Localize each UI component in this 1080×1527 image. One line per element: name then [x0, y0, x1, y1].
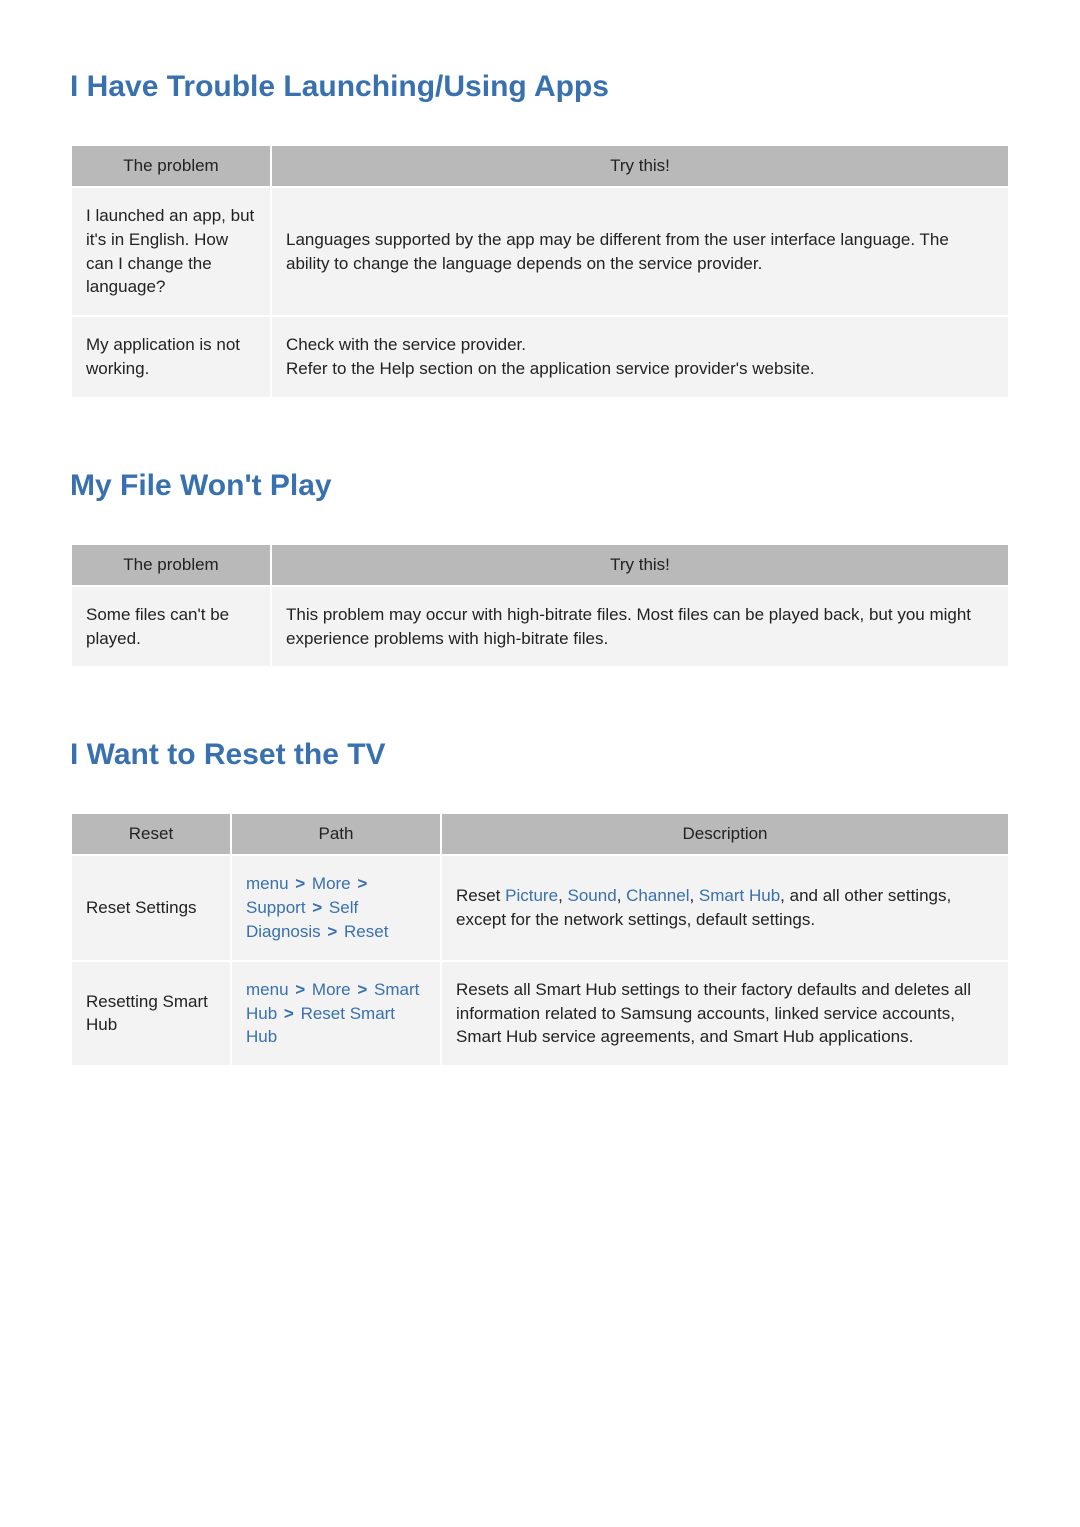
- cell-path: menu > More > Support > Self Diagnosis >…: [231, 855, 441, 960]
- path-segment: menu: [246, 874, 289, 893]
- path-segment: Support: [246, 898, 306, 917]
- section-file: My File Won't Play The problem Try this!…: [70, 469, 1010, 669]
- cell-reset: Resetting Smart Hub: [71, 961, 231, 1066]
- chevron-right-icon: >: [321, 922, 344, 941]
- cell-try: Check with the service provider. Refer t…: [271, 316, 1009, 398]
- th-try: Try this!: [271, 544, 1009, 586]
- chevron-right-icon: >: [289, 980, 312, 999]
- cell-path: menu > More > Smart Hub > Reset Smart Hu…: [231, 961, 441, 1066]
- cell-desc: Reset Picture, Sound, Channel, Smart Hub…: [441, 855, 1009, 960]
- inline-link: Picture: [505, 886, 558, 905]
- chevron-right-icon: >: [351, 980, 374, 999]
- path-segment: More: [312, 874, 351, 893]
- section-reset: I Want to Reset the TV Reset Path Descri…: [70, 738, 1010, 1067]
- inline-link: Channel: [626, 886, 689, 905]
- th-try: Try this!: [271, 145, 1009, 187]
- table-row: Resetting Smart Hub menu > More > Smart …: [71, 961, 1009, 1066]
- chevron-right-icon: >: [351, 874, 370, 893]
- table-apps: The problem Try this! I launched an app,…: [70, 144, 1010, 399]
- cell-reset: Reset Settings: [71, 855, 231, 960]
- section-title-apps: I Have Trouble Launching/Using Apps: [70, 70, 1010, 104]
- desc-text: ,: [558, 886, 567, 905]
- th-path: Path: [231, 813, 441, 855]
- table-row: Some files can't be played. This problem…: [71, 586, 1009, 668]
- inline-link: Smart Hub: [699, 886, 780, 905]
- cell-desc: Resets all Smart Hub settings to their f…: [441, 961, 1009, 1066]
- path-segment: menu: [246, 980, 289, 999]
- chevron-right-icon: >: [277, 1004, 300, 1023]
- cell-problem: I launched an app, but it's in English. …: [71, 187, 271, 316]
- th-problem: The problem: [71, 544, 271, 586]
- path-segment: More: [312, 980, 351, 999]
- table-row: I launched an app, but it's in English. …: [71, 187, 1009, 316]
- desc-text: Reset: [456, 886, 505, 905]
- table-file: The problem Try this! Some files can't b…: [70, 543, 1010, 669]
- th-reset: Reset: [71, 813, 231, 855]
- section-title-reset: I Want to Reset the TV: [70, 738, 1010, 772]
- table-row: My application is not working. Check wit…: [71, 316, 1009, 398]
- table-row: Reset Settings menu > More > Support > S…: [71, 855, 1009, 960]
- cell-problem: Some files can't be played.: [71, 586, 271, 668]
- path-segment: Reset: [344, 922, 388, 941]
- desc-text: ,: [689, 886, 698, 905]
- th-problem: The problem: [71, 145, 271, 187]
- cell-problem: My application is not working.: [71, 316, 271, 398]
- chevron-right-icon: >: [289, 874, 312, 893]
- table-reset: Reset Path Description Reset Settings me…: [70, 812, 1010, 1067]
- section-apps: I Have Trouble Launching/Using Apps The …: [70, 70, 1010, 399]
- section-title-file: My File Won't Play: [70, 469, 1010, 503]
- cell-try: Languages supported by the app may be di…: [271, 187, 1009, 316]
- th-desc: Description: [441, 813, 1009, 855]
- desc-text: Resets all Smart Hub settings to their f…: [456, 980, 971, 1047]
- desc-text: ,: [617, 886, 626, 905]
- cell-try: This problem may occur with high-bitrate…: [271, 586, 1009, 668]
- chevron-right-icon: >: [306, 898, 329, 917]
- inline-link: Sound: [568, 886, 617, 905]
